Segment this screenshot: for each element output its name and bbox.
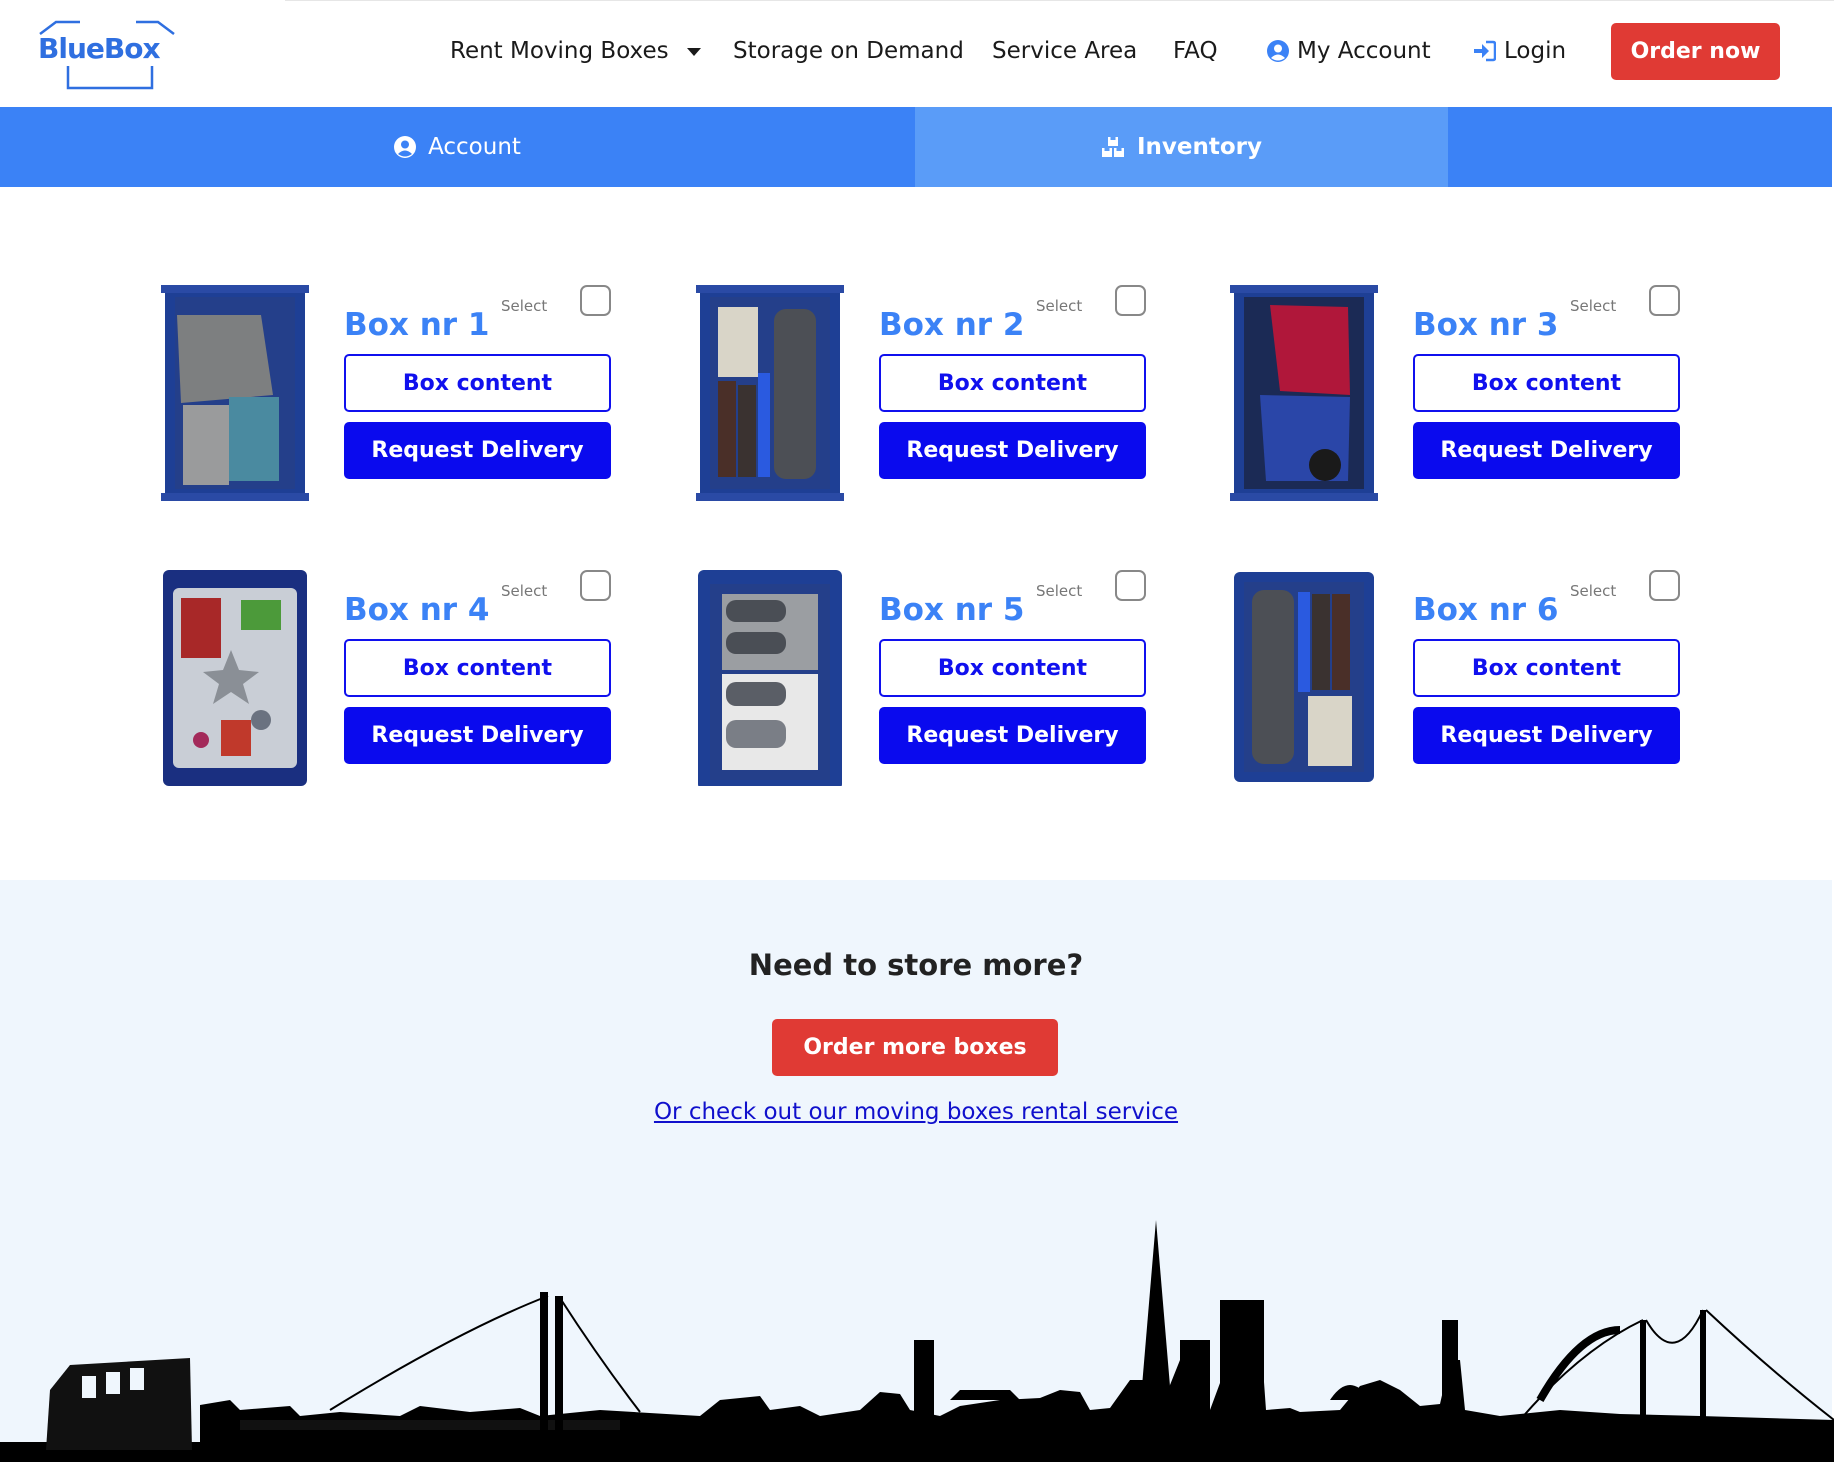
box-card: Box nr 3 Select Box content Request Deli… — [1230, 285, 1710, 515]
select-label: Select — [1036, 582, 1083, 600]
nav-my-account-label: My Account — [1297, 38, 1431, 64]
select-label: Select — [501, 582, 548, 600]
box-content-button[interactable]: Box content — [1413, 354, 1680, 412]
boxes-icon — [1101, 137, 1124, 157]
user-circle-icon — [1267, 40, 1289, 62]
store-more-heading: Need to store more? — [748, 948, 1084, 982]
nav-rent-moving-boxes[interactable]: Rent Moving Boxes — [450, 38, 701, 64]
request-delivery-button[interactable]: Request Delivery — [1413, 422, 1680, 479]
nav-my-account[interactable]: My Account — [1267, 38, 1431, 64]
moving-boxes-rental-link: Or check out our moving boxes rental ser… — [0, 1099, 1832, 1125]
account-tab-bar: Account Inventory — [0, 107, 1832, 187]
box-content-button[interactable]: Box content — [879, 639, 1146, 697]
tab-account-label: Account — [428, 134, 521, 160]
box-card: Box nr 4 Select Box content Request Deli… — [161, 570, 641, 800]
box-card: Box nr 6 Select Box content Request Deli… — [1230, 570, 1710, 800]
select-label: Select — [501, 297, 548, 315]
order-more-boxes-button[interactable]: Order more boxes — [772, 1019, 1058, 1076]
box-title: Box nr 5 — [879, 592, 1025, 628]
box-card: Box nr 2 Select Box content Request Deli… — [696, 285, 1176, 515]
box-photo[interactable] — [161, 285, 309, 501]
box-title: Box nr 2 — [879, 307, 1025, 343]
box-title: Box nr 3 — [1413, 307, 1559, 343]
nav-login-label: Login — [1504, 38, 1567, 64]
select-checkbox[interactable] — [1649, 285, 1680, 316]
header-top-border — [285, 0, 1834, 1]
box-title: Box nr 6 — [1413, 592, 1559, 628]
select-checkbox[interactable] — [1115, 570, 1146, 601]
select-label: Select — [1036, 297, 1083, 315]
request-delivery-button[interactable]: Request Delivery — [344, 422, 611, 479]
select-checkbox[interactable] — [1115, 285, 1146, 316]
nav-rent-label: Rent Moving Boxes — [450, 38, 669, 64]
site-header: BlueBox Rent Moving Boxes Storage on Dem… — [0, 0, 1834, 107]
box-photo[interactable] — [161, 570, 309, 786]
box-content-button[interactable]: Box content — [344, 639, 611, 697]
select-checkbox[interactable] — [580, 570, 611, 601]
san-francisco-skyline-illustration — [0, 1220, 1834, 1462]
box-card: Box nr 1 Select Box content Request Deli… — [161, 285, 641, 515]
request-delivery-button[interactable]: Request Delivery — [1413, 707, 1680, 764]
box-photo[interactable] — [696, 570, 844, 786]
nav-service-area[interactable]: Service Area — [992, 38, 1137, 64]
order-now-button[interactable]: Order now — [1611, 23, 1780, 80]
request-delivery-button[interactable]: Request Delivery — [879, 422, 1146, 479]
request-delivery-button[interactable]: Request Delivery — [344, 707, 611, 764]
select-checkbox[interactable] — [1649, 570, 1680, 601]
nav-storage-on-demand[interactable]: Storage on Demand — [733, 38, 964, 64]
box-photo[interactable] — [1230, 285, 1378, 501]
caret-down-icon — [686, 47, 701, 56]
tab-inventory[interactable]: Inventory — [915, 107, 1448, 187]
select-label: Select — [1570, 297, 1617, 315]
tab-inventory-label: Inventory — [1136, 134, 1263, 160]
nav-faq[interactable]: FAQ — [1173, 38, 1218, 64]
nav-login[interactable]: Login — [1472, 38, 1566, 64]
logo-text: BlueBox — [38, 32, 161, 65]
box-photo[interactable] — [696, 285, 844, 501]
request-delivery-button[interactable]: Request Delivery — [879, 707, 1146, 764]
tab-account[interactable]: Account — [0, 107, 915, 187]
box-content-button[interactable]: Box content — [879, 354, 1146, 412]
box-content-button[interactable]: Box content — [1413, 639, 1680, 697]
select-label: Select — [1570, 582, 1617, 600]
box-card: Box nr 5 Select Box content Request Deli… — [696, 570, 1176, 800]
moving-boxes-rental-link-text[interactable]: Or check out our moving boxes rental ser… — [654, 1099, 1178, 1125]
sign-in-icon — [1474, 40, 1496, 62]
user-circle-icon — [394, 136, 417, 158]
box-title: Box nr 1 — [344, 307, 490, 343]
box-photo[interactable] — [1230, 570, 1378, 786]
box-content-button[interactable]: Box content — [344, 354, 611, 412]
box-title: Box nr 4 — [344, 592, 490, 628]
select-checkbox[interactable] — [580, 285, 611, 316]
